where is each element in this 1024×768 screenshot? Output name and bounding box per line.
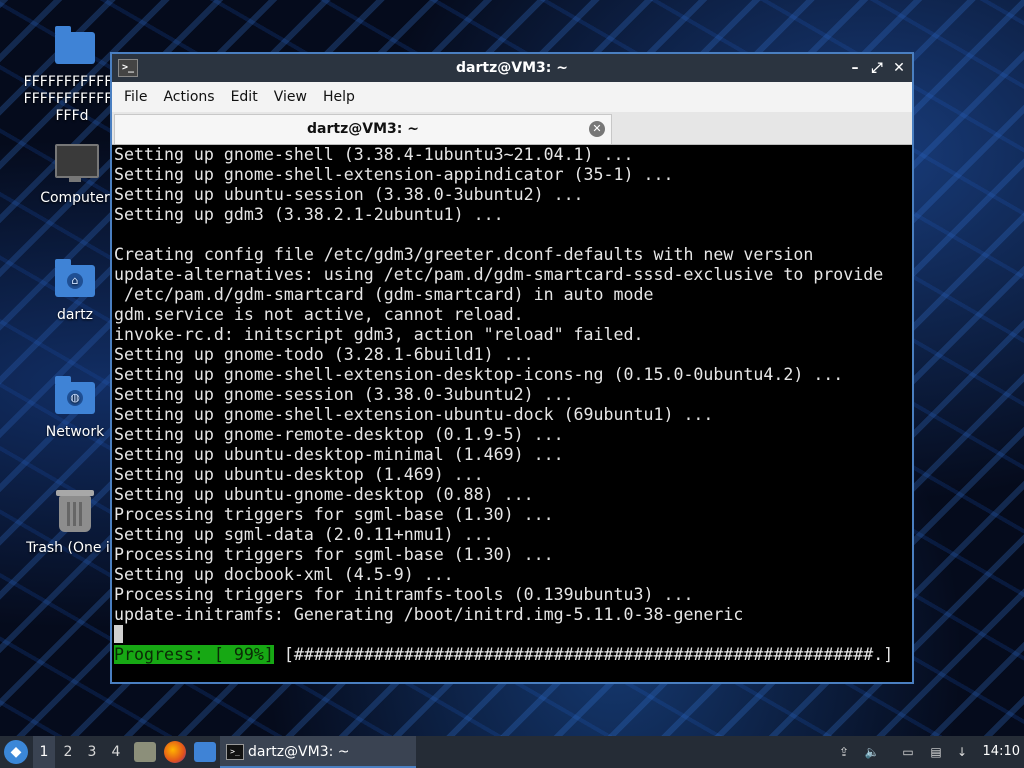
terminal-line: Setting up gnome-shell-extension-desktop… (114, 365, 844, 384)
terminal-line: update-alternatives: using /etc/pam.d/gd… (114, 265, 884, 284)
taskbar-terminal-button[interactable]: >_ dartz@VM3: ~ (220, 736, 416, 768)
volume-icon[interactable]: 🔈 (862, 743, 882, 761)
terminal-line: Processing triggers for initramfs-tools … (114, 585, 694, 604)
folder-icon (51, 22, 99, 70)
workspace-4[interactable]: 4 (105, 736, 127, 768)
taskbar: ◆ 1 2 3 4 >_ dartz@VM3: ~ ⇪ 🔈 ▭ ▤ ↓ 14:1… (0, 736, 1024, 768)
update-notifier-icon[interactable]: ↓ (952, 743, 972, 761)
terminal-icon: >_ (226, 744, 244, 760)
taskbar-task-label: dartz@VM3: ~ (248, 744, 350, 760)
terminal-line: Setting up ubuntu-desktop-minimal (1.469… (114, 445, 564, 464)
workspace-2[interactable]: 2 (57, 736, 79, 768)
terminal-line: Setting up gnome-shell-extension-appindi… (114, 165, 674, 184)
clipboard-icon[interactable]: ▤ (926, 743, 946, 761)
network-icon[interactable]: ▭ (898, 743, 918, 761)
trash-icon (51, 488, 99, 536)
file-manager-launcher-icon[interactable] (134, 742, 156, 762)
terminal-line: Creating config file /etc/gdm3/greeter.d… (114, 245, 814, 264)
terminal-line: gdm.service is not active, cannot reload… (114, 305, 524, 324)
workspace-3[interactable]: 3 (81, 736, 103, 768)
progress-bar-text: [#######################################… (273, 645, 894, 664)
progress-label: Progress: [ 99%] (114, 645, 274, 664)
terminal-line: Setting up gnome-shell-extension-ubuntu-… (114, 405, 714, 424)
close-button[interactable]: ✕ (892, 54, 906, 82)
menu-file[interactable]: File (116, 89, 155, 105)
network-folder-icon: ◍ (51, 372, 99, 420)
upload-icon[interactable]: ⇪ (834, 743, 854, 761)
terminal-line: Setting up sgml-data (2.0.11+nmu1) ... (114, 525, 494, 544)
firefox-launcher-icon[interactable] (164, 741, 186, 763)
computer-icon (51, 138, 99, 186)
terminal-line: invoke-rc.d: initscript gdm3, action "re… (114, 325, 644, 344)
terminal-cursor-line (114, 625, 910, 645)
minimize-button[interactable]: – (848, 54, 862, 82)
maximize-button[interactable]: ⤢ (870, 54, 884, 82)
menu-edit[interactable]: Edit (223, 89, 266, 105)
terminal-line: Setting up gnome-shell (3.38.4-1ubuntu3~… (114, 145, 634, 164)
tab-bar: dartz@VM3: ~ ✕ (112, 112, 912, 145)
menu-help[interactable]: Help (315, 89, 363, 105)
progress-line: Progress: [ 99%] [######################… (114, 645, 910, 665)
clock: 14:10 (982, 744, 1020, 759)
terminal-line: Setting up ubuntu-gnome-desktop (0.88) .… (114, 485, 534, 504)
terminal-line: Setting up docbook-xml (4.5-9) ... (114, 565, 454, 584)
terminal-line: Processing triggers for sgml-base (1.30)… (114, 505, 554, 524)
terminal-cursor (114, 625, 123, 643)
menu-actions[interactable]: Actions (155, 89, 222, 105)
tab-close-icon[interactable]: ✕ (589, 121, 605, 137)
terminal-line: Setting up gdm3 (3.38.2.1-2ubuntu1) ... (114, 205, 504, 224)
workspace-1[interactable]: 1 (33, 736, 55, 768)
window-titlebar[interactable]: >_ dartz@VM3: ~ – ⤢ ✕ (112, 54, 912, 82)
terminal-output[interactable]: Setting up gnome-shell (3.38.4-1ubuntu3~… (112, 145, 912, 681)
terminal-window: >_ dartz@VM3: ~ – ⤢ ✕ File Actions Edit … (110, 52, 914, 684)
menu-view[interactable]: View (266, 89, 315, 105)
terminal-line: Processing triggers for sgml-base (1.30)… (114, 545, 554, 564)
terminal-line: Setting up gnome-todo (3.28.1-6build1) .… (114, 345, 534, 364)
terminal-line: Setting up gnome-session (3.38.0-3ubuntu… (114, 385, 574, 404)
menubar: File Actions Edit View Help (112, 82, 912, 112)
start-menu-icon[interactable]: ◆ (4, 740, 28, 764)
terminal-icon: >_ (118, 59, 138, 77)
terminal-line: Setting up ubuntu-session (3.38.0-3ubunt… (114, 185, 584, 204)
desktop-icon-label: FFFFFFFFFFFFFFFFFFFFFFFFFFFd (23, 74, 121, 124)
terminal-line: Setting up gnome-remote-desktop (0.1.9-5… (114, 425, 564, 444)
terminal-line: Setting up ubuntu-desktop (1.469) ... (114, 465, 484, 484)
desktop-launcher-icon[interactable] (194, 742, 216, 762)
window-title: dartz@VM3: ~ (456, 60, 568, 76)
terminal-line: update-initramfs: Generating /boot/initr… (114, 605, 744, 624)
tab-label: dartz@VM3: ~ (307, 121, 419, 137)
home-folder-icon: ⌂ (51, 255, 99, 303)
tab-terminal[interactable]: dartz@VM3: ~ ✕ (114, 114, 612, 144)
terminal-line: /etc/pam.d/gdm-smartcard (gdm-smartcard)… (114, 285, 654, 304)
